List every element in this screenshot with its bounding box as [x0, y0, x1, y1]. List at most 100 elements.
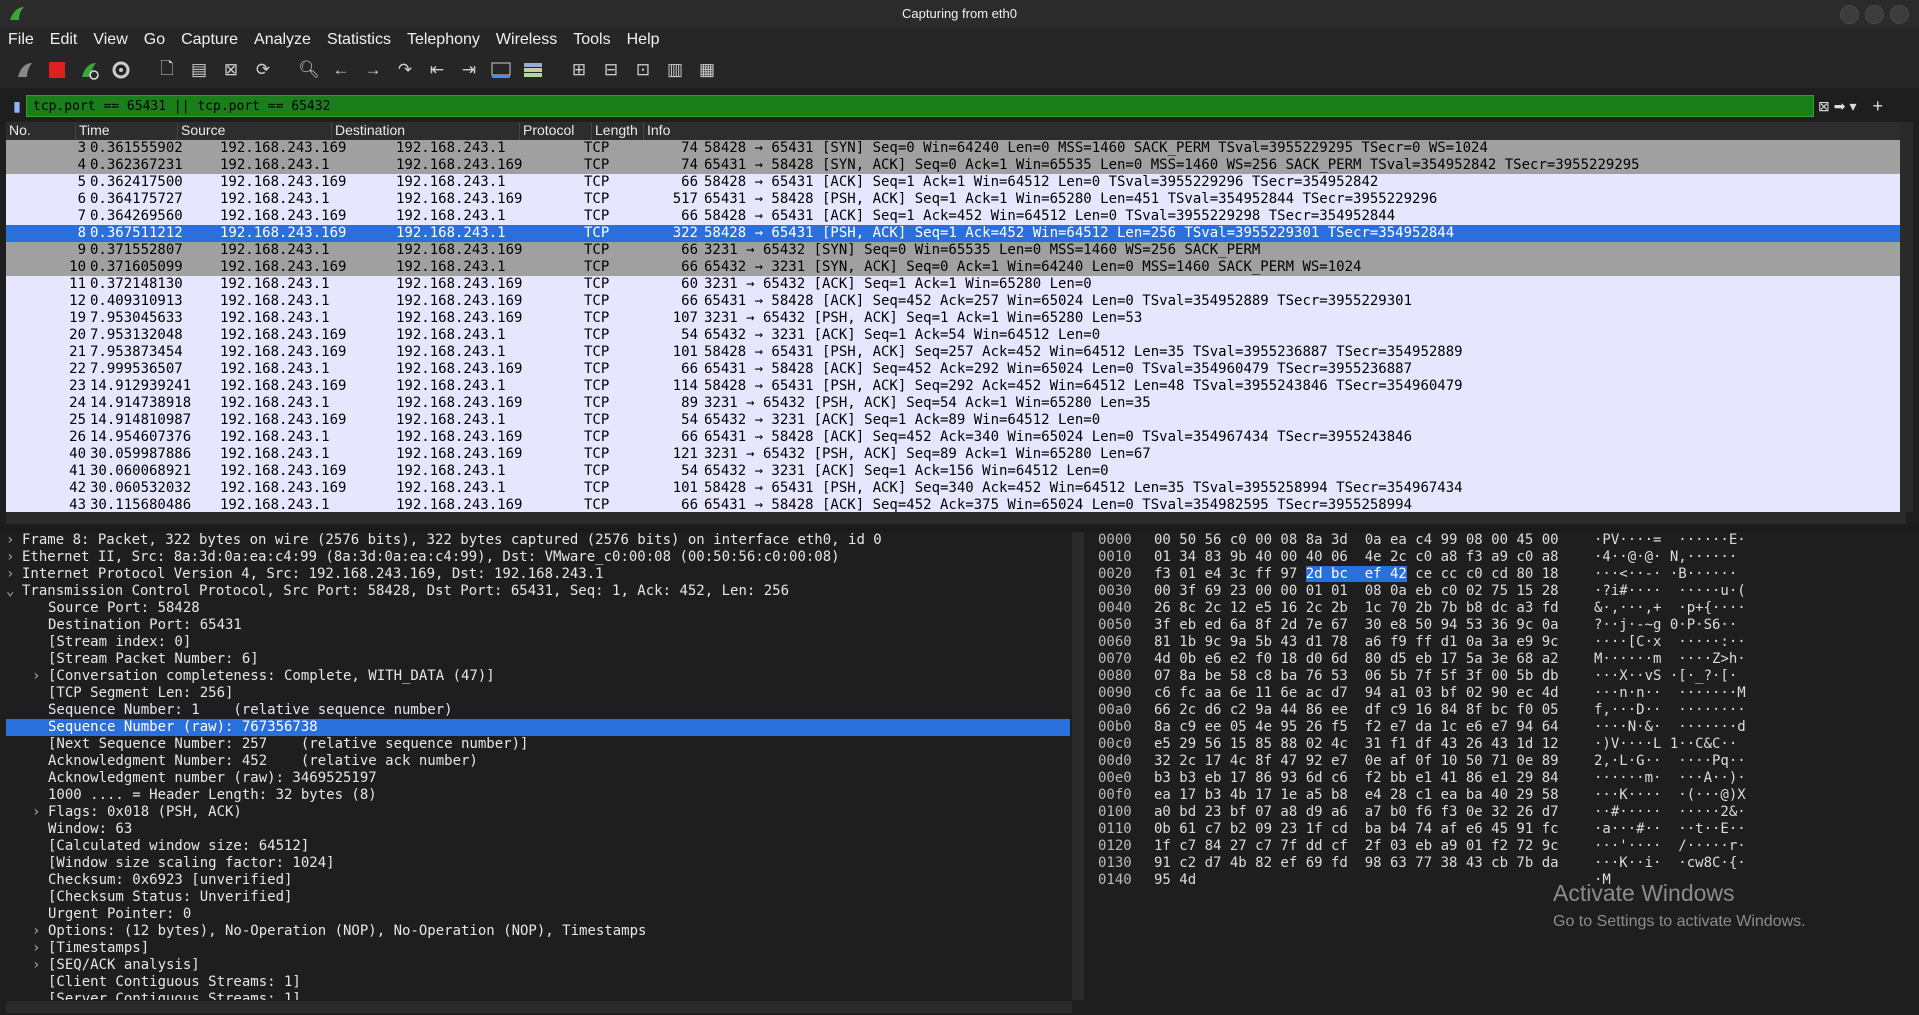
- packet-row[interactable]: 4 0.362367231 192.168.243.1 192.168.243.169…: [6, 157, 1900, 174]
- go-forward-icon[interactable]: →: [360, 57, 386, 83]
- reload-file-icon[interactable]: ⟳: [250, 57, 276, 83]
- packet-row[interactable]: 23 14.912939241 192.168.243.169 192.168.243…: [6, 378, 1900, 395]
- collapsed-arrow-icon[interactable]: ›: [32, 923, 48, 940]
- hex-ascii[interactable]: ·?i#···· ·····u·(: [1594, 583, 1774, 600]
- hex-ascii[interactable]: ?··j·-~g 0·P·S6··: [1594, 617, 1774, 634]
- packet-row[interactable]: 20 7.953132048 192.168.243.169 192.168.243.…: [6, 327, 1900, 344]
- hex-ascii[interactable]: ···K··i· ·cw8C·{·: [1594, 855, 1774, 872]
- detail-tree-item[interactable]: Checksum: 0x6923 [unverified]: [6, 872, 1070, 889]
- packet-row[interactable]: 42 30.060532032 192.168.243.169 192.168.243…: [6, 480, 1900, 497]
- hex-ascii[interactable]: ····N·&· ·······d: [1594, 719, 1774, 736]
- hex-bytes[interactable]: 00 50 56 c0 00 08 8a 3d 0a ea c4 99 08 0…: [1154, 532, 1594, 549]
- hex-bytes[interactable]: e5 29 56 15 85 88 02 4c 31 f1 df 43 26 4…: [1154, 736, 1594, 753]
- detail-tree-item[interactable]: Acknowledgment number (raw): 3469525197: [6, 770, 1070, 787]
- shark-fin-start-icon[interactable]: [12, 57, 38, 83]
- save-file-icon[interactable]: ▤: [186, 57, 212, 83]
- hex-ascii[interactable]: ··#····· ·····2&·: [1594, 804, 1774, 821]
- hex-bytes[interactable]: 1f c7 84 27 c7 7f dd cf 2f 03 eb a9 01 f…: [1154, 838, 1594, 855]
- hex-bytes[interactable]: c6 fc aa 6e 11 6e ac d7 94 a1 03 bf 02 9…: [1154, 685, 1594, 702]
- packet-row[interactable]: 6 0.364175727 192.168.243.1 192.168.243.169…: [6, 191, 1900, 208]
- hex-ascii[interactable]: ···X··vS ·[·_?·[·: [1594, 668, 1774, 685]
- packet-row[interactable]: 12 0.409310913 192.168.243.1 192.168.243.16…: [6, 293, 1900, 310]
- packet-row[interactable]: 26 14.954607376 192.168.243.1 192.168.243.1…: [6, 429, 1900, 446]
- menu-help[interactable]: Help: [619, 31, 668, 49]
- detail-tree-item[interactable]: Sequence Number: 1 (relative sequence nu…: [6, 702, 1070, 719]
- detail-tree-item[interactable]: Acknowledgment Number: 452 (relative ack…: [6, 753, 1070, 770]
- detail-tree-item[interactable]: Source Port: 58428: [6, 600, 1070, 617]
- collapsed-arrow-icon[interactable]: ›: [6, 566, 22, 583]
- hex-ascii[interactable]: 2,·L·G·· ····Pq··: [1594, 753, 1774, 770]
- hex-bytes[interactable]: 0b 61 c7 b2 09 23 1f cd ba b4 74 af e6 4…: [1154, 821, 1594, 838]
- detail-tree-item[interactable]: › Ethernet II, Src: 8a:3d:0a:ea:c4:99 (8a…: [6, 549, 1070, 566]
- hex-bytes[interactable]: 26 8c 2c 12 e5 16 2c 2b 1c 70 2b 7b b8 d…: [1154, 600, 1594, 617]
- packet-list[interactable]: 3 0.361555902 192.168.243.169 192.168.243.1…: [6, 140, 1900, 512]
- display-filter-input[interactable]: [26, 95, 1814, 117]
- detail-tree-item[interactable]: Destination Port: 65431: [6, 617, 1070, 634]
- hex-bytes[interactable]: 07 8a be 58 c8 ba 76 53 06 5b 7f 5f 3f 0…: [1154, 668, 1594, 685]
- normal-size-icon[interactable]: ⊡: [630, 57, 656, 83]
- hex-bytes[interactable]: 01 34 83 9b 40 00 40 06 4e 2c c0 a8 f3 a…: [1154, 549, 1594, 566]
- column-time[interactable]: Time: [76, 122, 178, 140]
- close-file-icon[interactable]: ⊠: [218, 57, 244, 83]
- collapsed-arrow-icon[interactable]: ›: [32, 668, 48, 685]
- detail-tree-item[interactable]: Window: 63: [6, 821, 1070, 838]
- hex-bytes[interactable]: 66 2c d6 c2 9a 44 86 ee df c9 16 84 8f b…: [1154, 702, 1594, 719]
- go-last-icon[interactable]: ⇥: [456, 57, 482, 83]
- hex-ascii[interactable]: ····[C·x ·····:··: [1594, 634, 1774, 651]
- bookmark-icon[interactable]: ▮: [8, 94, 26, 118]
- hex-bytes[interactable]: 91 c2 d7 4b 82 ef 69 fd 98 63 77 38 43 c…: [1154, 855, 1594, 872]
- packet-row[interactable]: 9 0.371552807 192.168.243.1 192.168.243.169…: [6, 242, 1900, 259]
- menu-go[interactable]: Go: [136, 31, 173, 49]
- go-first-icon[interactable]: ⇤: [424, 57, 450, 83]
- capture-options-icon[interactable]: [108, 57, 134, 83]
- layout-icon[interactable]: ▦: [694, 57, 720, 83]
- colorize-icon[interactable]: [520, 57, 546, 83]
- hex-bytes[interactable]: b3 b3 eb 17 86 93 6d c6 f2 bb e1 41 86 e…: [1154, 770, 1594, 787]
- detail-tree-item[interactable]: › [SEQ/ACK analysis]: [6, 957, 1070, 974]
- detail-tree-item[interactable]: [Window size scaling factor: 1024]: [6, 855, 1070, 872]
- minimize-icon[interactable]: [1840, 5, 1859, 24]
- packet-row[interactable]: 21 7.953873454 192.168.243.169 192.168.243.…: [6, 344, 1900, 361]
- menu-telephony[interactable]: Telephony: [399, 31, 488, 49]
- hex-ascii[interactable]: ···<··-· ·B······: [1594, 566, 1774, 583]
- hex-bytes[interactable]: 00 3f 69 23 00 00 01 01 08 0a eb c0 02 7…: [1154, 583, 1594, 600]
- apply-filter-icon[interactable]: ➡: [1834, 98, 1846, 115]
- expanded-arrow-icon[interactable]: ⌄: [6, 583, 22, 600]
- hex-ascii[interactable]: ·a···#·· ··t··E··: [1594, 821, 1774, 838]
- packet-row[interactable]: 22 7.999536507 192.168.243.1 192.168.243.16…: [6, 361, 1900, 378]
- packet-row[interactable]: 24 14.914738918 192.168.243.1 192.168.243.1…: [6, 395, 1900, 412]
- packet-row[interactable]: 41 30.060068921 192.168.243.169 192.168.243…: [6, 463, 1900, 480]
- collapsed-arrow-icon[interactable]: ›: [32, 957, 48, 974]
- details-scrollbar[interactable]: [1072, 532, 1084, 1000]
- menu-statistics[interactable]: Statistics: [319, 31, 399, 49]
- hex-ascii[interactable]: ···n·n·· ·······M: [1594, 685, 1774, 702]
- auto-scroll-icon[interactable]: [488, 57, 514, 83]
- hex-bytes[interactable]: a0 bd 23 bf 07 a8 d9 a6 a7 b0 f6 f3 0e 3…: [1154, 804, 1594, 821]
- stop-capture-icon[interactable]: [44, 57, 70, 83]
- packet-row[interactable]: 10 0.371605099 192.168.243.169 192.168.243.…: [6, 259, 1900, 276]
- column-source[interactable]: Source: [178, 122, 332, 140]
- detail-tree-item[interactable]: [TCP Segment Len: 256]: [6, 685, 1070, 702]
- menu-edit[interactable]: Edit: [42, 31, 86, 49]
- column-length[interactable]: Length: [592, 122, 644, 140]
- menu-capture[interactable]: Capture: [173, 31, 246, 49]
- hex-bytes[interactable]: 8a c9 ee 05 4e 95 26 f5 f2 e7 da 1c e6 e…: [1154, 719, 1594, 736]
- column-info[interactable]: Info: [644, 122, 1906, 140]
- packet-row[interactable]: 25 14.914810987 192.168.243.169 192.168.243…: [6, 412, 1900, 429]
- hex-bytes[interactable]: 32 2c 17 4c 8f 47 92 e7 0e af 0f 10 50 7…: [1154, 753, 1594, 770]
- menu-file[interactable]: File: [0, 31, 42, 49]
- filter-history-icon[interactable]: ▾: [1849, 98, 1856, 115]
- hex-ascii[interactable]: ···'···· /·····r·: [1594, 838, 1774, 855]
- hex-ascii[interactable]: ······m· ···A··)·: [1594, 770, 1774, 787]
- packet-row[interactable]: 3 0.361555902 192.168.243.169 192.168.243.1…: [6, 140, 1900, 157]
- collapsed-arrow-icon[interactable]: ›: [6, 532, 22, 549]
- detail-tree-item[interactable]: Sequence Number (raw): 767356738: [6, 719, 1070, 736]
- packet-row[interactable]: 8 0.367511212 192.168.243.169 192.168.243.1…: [6, 225, 1900, 242]
- hex-bytes[interactable]: 81 1b 9c 9a 5b 43 d1 78 a6 f9 ff d1 0a 3…: [1154, 634, 1594, 651]
- resize-columns-icon[interactable]: ▥: [662, 57, 688, 83]
- detail-tree-item[interactable]: [Client Contiguous Streams: 1]: [6, 974, 1070, 991]
- go-back-icon[interactable]: ←: [328, 57, 354, 83]
- hex-ascii[interactable]: &·,···,+ ·p+{····: [1594, 600, 1774, 617]
- packet-row[interactable]: 19 7.953045633 192.168.243.1 192.168.243.16…: [6, 310, 1900, 327]
- hex-ascii[interactable]: ·PV····= ······E·: [1594, 532, 1774, 549]
